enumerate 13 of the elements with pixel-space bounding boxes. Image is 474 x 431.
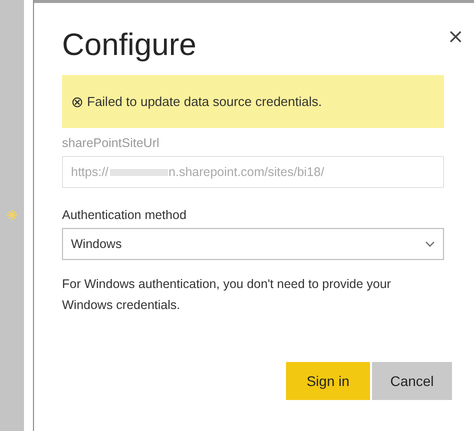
error-icon: ⊗ (71, 92, 84, 110)
dialog-title: Configure (62, 26, 196, 64)
help-text: For Windows authentication, you don't need to provide your Windows credentials. (62, 276, 392, 314)
field-label: Authentication method (62, 208, 188, 222)
chevron-down-icon (425, 241, 435, 247)
error-message: Failed to update data source credentials. (87, 94, 322, 109)
redacted-text (110, 168, 168, 176)
cancel-button[interactable]: Cancel (372, 362, 452, 400)
sign-in-button[interactable]: Sign in (286, 362, 370, 400)
field-label: sharePointSiteUrl (62, 136, 160, 150)
sparkle-icon (7, 210, 17, 220)
authentication-dropdown[interactable]: Windows (62, 228, 444, 260)
close-button[interactable]: × (447, 25, 464, 47)
